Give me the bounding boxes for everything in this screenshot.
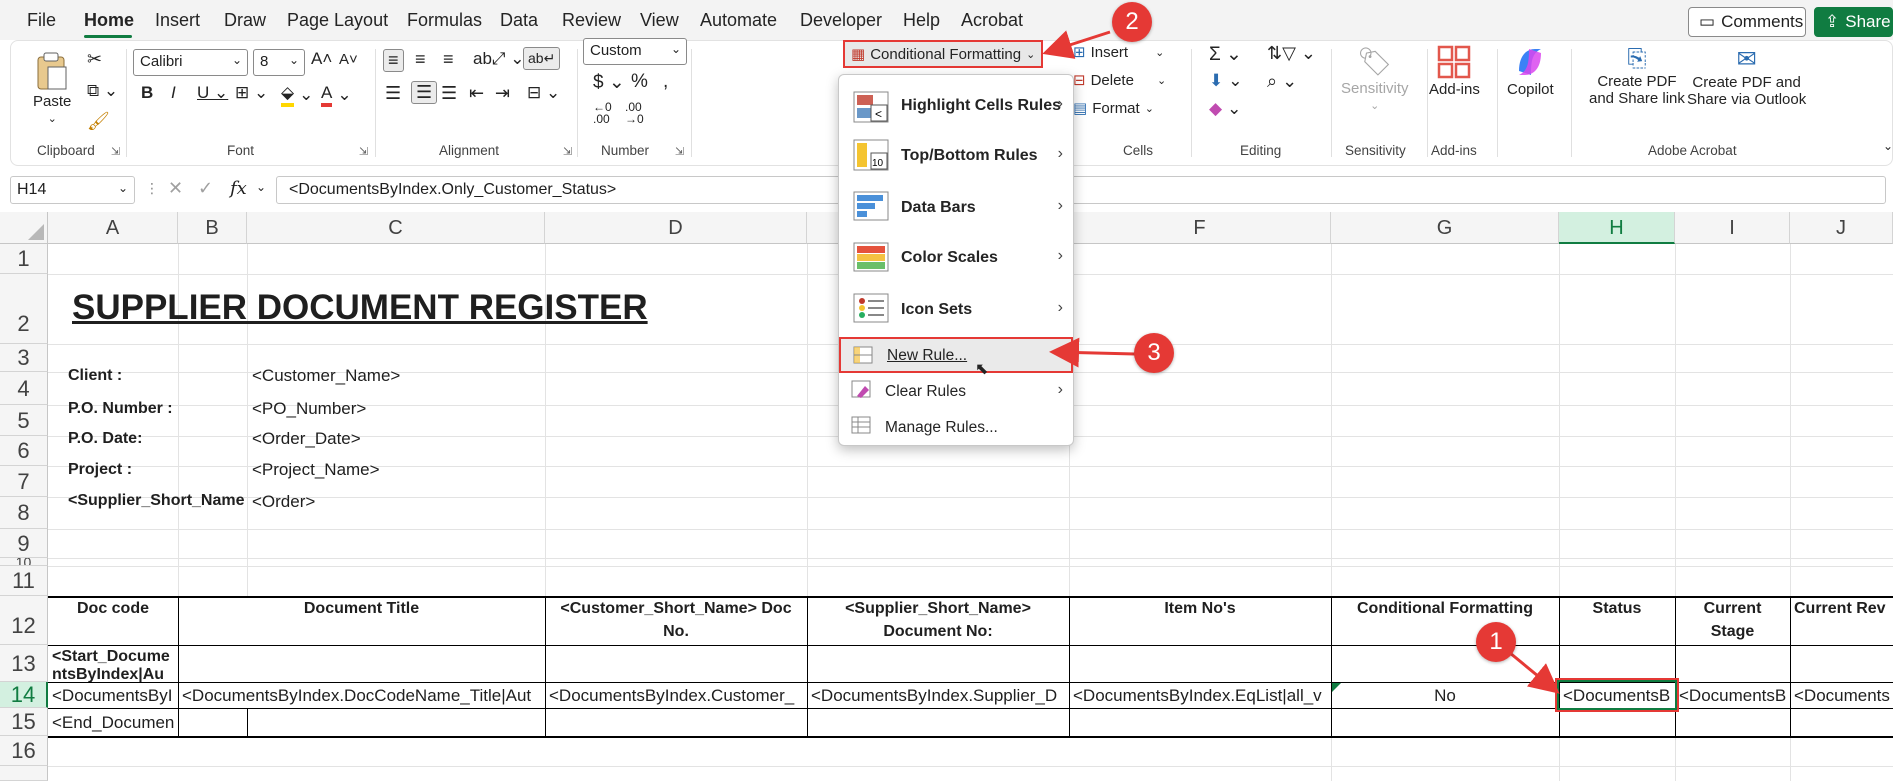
annotation-arrows (1042, 30, 1560, 694)
callout-1-badge: 1 (1476, 622, 1516, 662)
arrow-3 (1049, 337, 1136, 368)
callout-2-badge: 2 (1112, 2, 1152, 42)
arrow-2 (1042, 30, 1111, 59)
callout-3-badge: 3 (1134, 333, 1174, 373)
arrow-1 (1509, 651, 1560, 694)
